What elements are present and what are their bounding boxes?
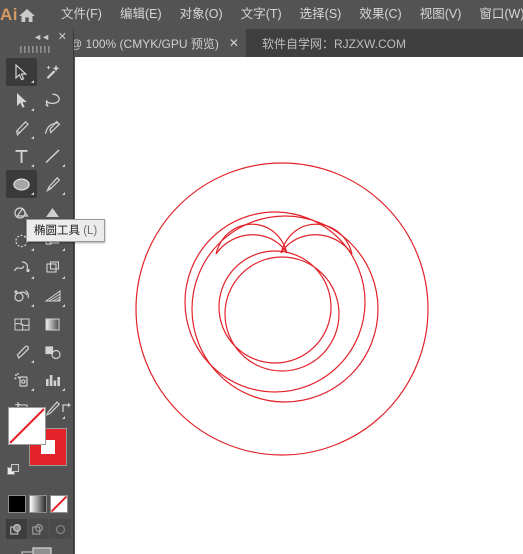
menu-file[interactable]: 文件(F): [52, 4, 111, 25]
document-tab-bar: @ 100% (CMYK/GPU 预览) ✕ 软件自学网：RJZXW.COM: [0, 29, 523, 57]
flyout-indicator-icon: [31, 304, 34, 307]
draw-inside-mode[interactable]: [50, 519, 71, 539]
perspective-grid-tool[interactable]: [37, 282, 68, 310]
curvature-tool[interactable]: [37, 114, 68, 142]
flyout-indicator-icon: [62, 304, 65, 307]
ai-logo: Ai: [0, 4, 18, 24]
menu-bar: Ai 文件(F) 编辑(E) 对象(O) 文字(T) 选择(S) 效果(C) 视…: [0, 0, 523, 29]
panel-drag-handle[interactable]: [0, 46, 73, 55]
close-icon[interactable]: ✕: [229, 37, 239, 49]
right-eye-crescent-inner: [280, 234, 353, 255]
tooltip-shortcut: (L): [83, 225, 98, 237]
lasso-tool[interactable]: [37, 86, 68, 114]
fill-stroke-controls: [7, 402, 71, 475]
draw-behind-mode[interactable]: [28, 519, 49, 539]
inner-circle: [224, 256, 340, 372]
home-icon[interactable]: [18, 7, 36, 23]
default-fill-stroke-icon[interactable]: [7, 464, 20, 477]
tooltip-text: 椭圆工具: [34, 225, 80, 237]
tools-panel: ◄◄ ✕ 椭圆工具 (L): [0, 29, 106, 554]
mesh-tool[interactable]: [6, 310, 37, 338]
close-icon[interactable]: ✕: [58, 30, 67, 43]
menu-view[interactable]: 视图(V): [411, 4, 471, 25]
flyout-indicator-icon: [31, 80, 34, 83]
type-tool[interactable]: [6, 142, 37, 170]
symbol-sprayer-tool[interactable]: [6, 366, 37, 394]
inner-circle-offset: [218, 250, 332, 364]
flyout-indicator-icon: [31, 360, 34, 363]
shape-builder-tool[interactable]: [6, 282, 37, 310]
watermark-text: 软件自学网：RJZXW.COM: [262, 36, 406, 51]
width-tool[interactable]: [6, 254, 37, 282]
flyout-indicator-icon: [62, 276, 65, 279]
menu-items: 文件(F) 编辑(E) 对象(O) 文字(T) 选择(S) 效果(C) 视图(V…: [52, 4, 523, 25]
paintbrush-tool[interactable]: [37, 170, 68, 198]
right-eye-crescent-outer: [280, 223, 353, 255]
change-screen-mode-icon[interactable]: [0, 545, 73, 554]
flyout-indicator-icon: [31, 276, 34, 279]
menu-window[interactable]: 窗口(W): [470, 4, 523, 25]
color-mode-swatches: [8, 495, 68, 513]
artboard-canvas[interactable]: [75, 57, 523, 554]
illustrator-window: Ai 文件(F) 编辑(E) 对象(O) 文字(T) 选择(S) 效果(C) 视…: [0, 0, 523, 554]
menu-object[interactable]: 对象(O): [171, 4, 232, 25]
gradient-swatch[interactable]: [29, 495, 47, 513]
document-tab[interactable]: @ 100% (CMYK/GPU 预览) ✕: [62, 29, 246, 57]
menu-edit[interactable]: 编辑(E): [111, 4, 171, 25]
outer-circle: [135, 162, 429, 456]
magic-wand-tool[interactable]: [37, 58, 68, 86]
left-eye-crescent-outer: [215, 223, 288, 255]
none-slash-icon: [51, 496, 67, 512]
blend-tool[interactable]: [37, 338, 68, 366]
flyout-indicator-icon: [62, 192, 65, 195]
flyout-indicator-icon: [31, 164, 34, 167]
swap-fill-stroke-icon[interactable]: [60, 401, 74, 415]
flyout-indicator-icon: [31, 248, 34, 251]
line-segment-tool[interactable]: [37, 142, 68, 170]
menu-effect[interactable]: 效果(C): [350, 4, 410, 25]
flyout-indicator-icon: [31, 388, 34, 391]
flyout-indicator-icon: [31, 108, 34, 111]
selection-tool[interactable]: [6, 58, 37, 86]
menu-select[interactable]: 选择(S): [291, 4, 351, 25]
draw-normal-mode[interactable]: [6, 519, 27, 539]
flyout-indicator-icon: [62, 248, 65, 251]
flyout-indicator-icon: [62, 388, 65, 391]
none-swatch[interactable]: [50, 495, 68, 513]
drawing-modes: [6, 519, 71, 539]
free-transform-tool[interactable]: [37, 254, 68, 282]
tools-panel-header: ◄◄ ✕: [0, 29, 73, 55]
gradient-tool[interactable]: [37, 310, 68, 338]
menu-type[interactable]: 文字(T): [232, 4, 291, 25]
ellipse-tool[interactable]: [6, 170, 37, 198]
eyedropper-tool[interactable]: [6, 338, 37, 366]
pen-tool[interactable]: [6, 114, 37, 142]
document-tab-label: @ 100% (CMYK/GPU 预览): [70, 36, 219, 51]
fill-swatch[interactable]: [8, 407, 46, 445]
flyout-indicator-icon: [31, 192, 34, 195]
tool-grid: [6, 58, 68, 450]
vector-artwork: [135, 162, 429, 456]
ellipse-tool-tooltip: 椭圆工具 (L): [26, 219, 106, 242]
column-graph-tool[interactable]: [37, 366, 68, 394]
none-slash-icon: [9, 408, 45, 444]
flyout-indicator-icon: [62, 164, 65, 167]
flyout-indicator-icon: [31, 136, 34, 139]
collapse-icon[interactable]: ◄◄: [33, 32, 50, 42]
color-swatch[interactable]: [8, 495, 26, 513]
direct-selection-tool[interactable]: [6, 86, 37, 114]
